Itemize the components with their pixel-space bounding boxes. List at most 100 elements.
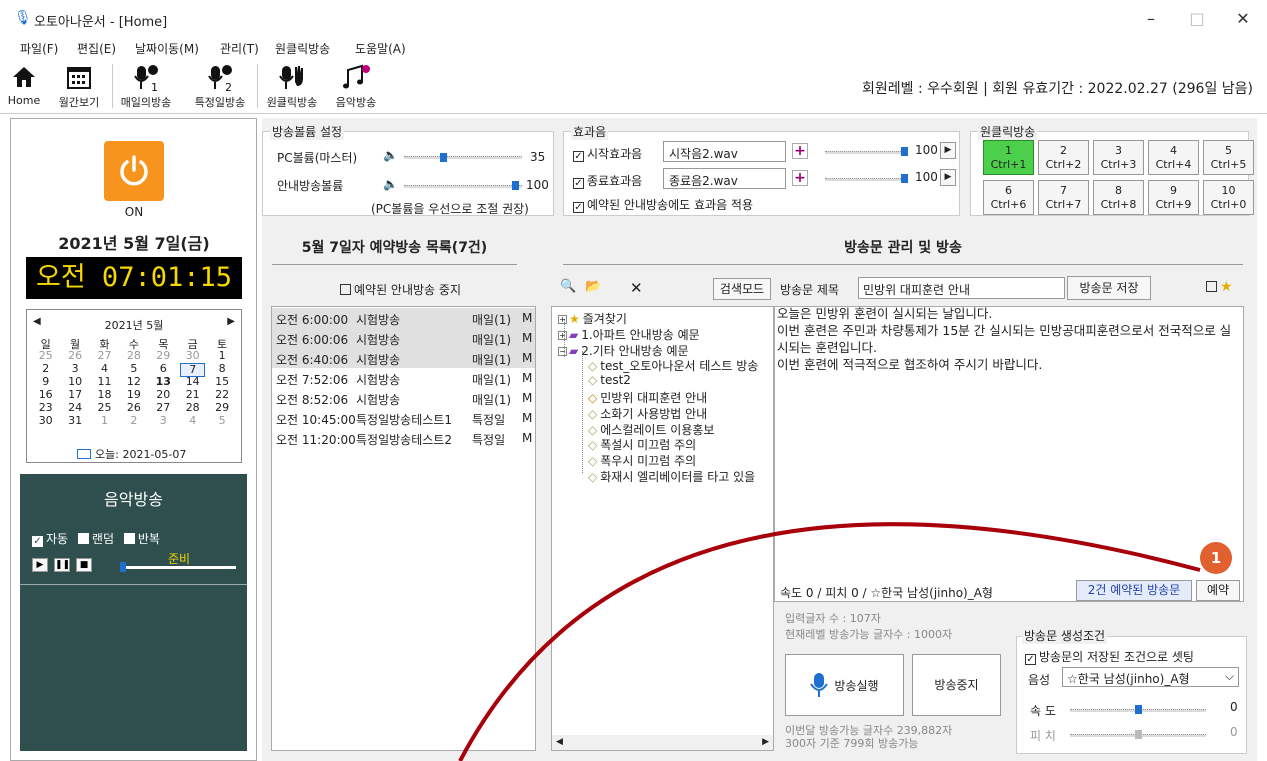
pitch-knob[interactable] — [1135, 730, 1142, 739]
menu-manage[interactable]: 관리(T) — [220, 40, 259, 57]
calendar-day[interactable]: 5 — [121, 363, 146, 375]
start-effect-slider[interactable] — [825, 151, 907, 154]
calendar-day[interactable]: 30 — [180, 350, 205, 362]
calendar-day[interactable]: 23 — [33, 402, 58, 414]
announce-volume-knob[interactable] — [512, 181, 519, 190]
table-row[interactable]: 오전 7:52:06 시험방송 매일(1) M — [272, 368, 535, 388]
tree-item[interactable]: ◇ test2 — [588, 373, 631, 387]
calendar-day[interactable]: 29 — [151, 350, 176, 362]
calendar-day[interactable]: 12 — [121, 376, 146, 388]
tree-folder[interactable]: + ▰ 1.아파트 안내방송 예문 — [558, 326, 700, 343]
calendar-day[interactable]: 25 — [33, 350, 58, 362]
tree-item[interactable]: ◇ 폭우시 미끄럼 주의 — [588, 452, 696, 469]
auto-checkbox[interactable]: ✓ 자동 — [32, 532, 68, 547]
calendar-day[interactable]: 20 — [151, 389, 176, 401]
search-mode-button[interactable]: 검색모드 — [713, 278, 771, 300]
music-progress-knob[interactable] — [120, 562, 126, 572]
play-button[interactable]: ▶ — [32, 558, 48, 572]
oneclick-button-3[interactable]: 3 Ctrl+3 — [1093, 140, 1144, 175]
calendar-day[interactable]: 31 — [62, 415, 87, 427]
calendar-day[interactable]: 29 — [209, 402, 234, 414]
calendar-day[interactable]: 30 — [33, 415, 58, 427]
end-effect-play-button[interactable]: ▶ — [940, 169, 956, 186]
calendar-day[interactable]: 26 — [62, 350, 87, 362]
calendar-day[interactable]: 4 — [180, 415, 205, 427]
today-link[interactable]: 오늘: 2021-05-07 — [77, 446, 186, 462]
calendar-day[interactable]: 10 — [62, 376, 87, 388]
pause-button[interactable]: ❚❚ — [54, 558, 70, 572]
menu-date-move[interactable]: 날짜이동(M) — [135, 40, 199, 57]
month-view-button[interactable]: 월간보기 — [50, 60, 108, 110]
oneclick-button-8[interactable]: 8 Ctrl+8 — [1093, 180, 1144, 215]
calendar-day[interactable]: 18 — [92, 389, 117, 401]
tree-item[interactable]: ◇ test_오토아나운서 테스트 방송 — [588, 357, 758, 374]
oneclick-button-10[interactable]: 10 Ctrl+0 — [1203, 180, 1254, 215]
broadcast-stop-button[interactable]: 방송중지 — [912, 654, 1001, 716]
calendar-day[interactable]: 5 — [209, 415, 234, 427]
calendar-day[interactable]: 6 — [151, 363, 176, 375]
reserved-scripts-button[interactable]: 2건 예약된 방송문 — [1076, 580, 1192, 601]
speed-knob[interactable] — [1135, 705, 1142, 714]
tree-folder[interactable]: + ★ 즐겨찾기 — [558, 310, 627, 327]
calendar-day[interactable]: 2 — [33, 363, 58, 375]
calendar-day[interactable]: 27 — [92, 350, 117, 362]
oneclick-button-5[interactable]: 5 Ctrl+5 — [1203, 140, 1254, 175]
calendar-day[interactable]: 3 — [151, 415, 176, 427]
table-row[interactable]: 오전 10:45:00 특정일방송테스트1 특정일 M — [272, 408, 535, 428]
calendar-day[interactable]: 19 — [121, 389, 146, 401]
end-effect-checkbox[interactable]: ✓ 종료효과음 — [573, 172, 642, 189]
music-broadcast-button[interactable]: 음악방송 — [327, 60, 385, 110]
calendar-day[interactable]: 22 — [209, 389, 234, 401]
table-row[interactable]: 오전 6:00:06 시험방송 매일(1) M — [272, 328, 535, 348]
start-effect-file[interactable]: 시작음2.wav — [663, 141, 786, 162]
calendar-day[interactable]: 3 — [62, 363, 87, 375]
calendar-day[interactable]: 11 — [92, 376, 117, 388]
start-effect-add-button[interactable]: + — [792, 143, 808, 159]
oneclick-button-1[interactable]: 1 Ctrl+1 — [983, 140, 1034, 175]
expand-icon[interactable]: + — [558, 330, 567, 340]
special-day-broadcast-button[interactable]: 2 특정일방송 — [191, 60, 249, 110]
delete-icon[interactable]: ✕ — [630, 279, 643, 297]
next-month-button[interactable]: ▶ — [227, 316, 235, 327]
expand-icon[interactable]: + — [558, 315, 567, 324]
repeat-checkbox[interactable]: 반복 — [123, 532, 160, 546]
script-title-input[interactable]: 민방위 대피훈련 안내 — [858, 277, 1065, 299]
table-row[interactable]: 오전 8:52:06 시험방송 매일(1) M — [272, 388, 535, 408]
random-checkbox[interactable]: 랜덤 — [77, 532, 114, 546]
tree-item[interactable]: ◇ 에스컬레이트 이용홍보 — [588, 421, 714, 438]
menu-file[interactable]: 파일(F) — [20, 40, 58, 57]
oneclick-button-4[interactable]: 4 Ctrl+4 — [1148, 140, 1199, 175]
oneclick-button-2[interactable]: 2 Ctrl+2 — [1038, 140, 1089, 175]
calendar-day[interactable]: 17 — [62, 389, 87, 401]
script-tree[interactable]: + ★ 즐겨찾기 + ▰ 1.아파트 안내방송 예문 − ▰ 2.기타 안내방송 예문 ◇ test… — [551, 306, 774, 751]
power-button[interactable] — [104, 141, 164, 201]
start-effect-checkbox[interactable]: ✓ 시작효과음 — [573, 145, 642, 162]
calendar-day[interactable]: 1 — [92, 415, 117, 427]
script-body[interactable]: 오늘은 민방위 훈련이 실시되는 날입니다. 이번 훈련은 주민과 차량통제가 … — [777, 305, 1239, 373]
end-effect-knob[interactable] — [901, 174, 908, 183]
collapse-icon[interactable]: − — [558, 346, 567, 356]
minimize-button[interactable]: – — [1136, 6, 1166, 32]
tree-hscrollbar[interactable]: ◀ ▶ — [552, 735, 773, 750]
tree-item[interactable]: ◇ 화재시 엘리베이터를 타고 있을 — [588, 468, 755, 485]
table-row[interactable]: 오전 6:40:06 시험방송 매일(1) M — [272, 348, 535, 368]
apply-effect-checkbox[interactable]: ✓ 예약된 안내방송에도 효과음 적용 — [573, 196, 753, 213]
table-row[interactable]: 오전 11:20:00 특정일방송테스트2 특정일 M — [272, 428, 535, 448]
schedule-list[interactable]: 오전 6:00:00 시험방송 매일(1) M 오전 6:00:06 시험방송 매일(1) M… — [271, 306, 536, 751]
oneclick-broadcast-button[interactable]: 원클릭방송 — [263, 60, 321, 110]
calendar-day[interactable]: 28 — [121, 350, 146, 362]
oneclick-button-9[interactable]: 9 Ctrl+9 — [1148, 180, 1199, 215]
reserve-button[interactable]: 예약 — [1196, 580, 1240, 601]
calendar-day[interactable]: 13 — [151, 376, 176, 388]
calendar-day[interactable]: 27 — [151, 402, 176, 414]
calendar-day[interactable]: 14 — [180, 376, 205, 388]
menu-help[interactable]: 도움말(A) — [355, 40, 406, 57]
announce-volume-slider[interactable] — [404, 185, 522, 188]
start-effect-knob[interactable] — [901, 147, 908, 156]
calendar-day[interactable]: 4 — [92, 363, 117, 375]
table-row[interactable]: 오전 6:00:00 시험방송 매일(1) M — [272, 308, 535, 328]
broadcast-play-button[interactable]: 방송실행 — [785, 654, 904, 716]
calendar-day[interactable]: 1 — [209, 350, 234, 362]
tree-item[interactable]: ◇ 민방위 대피훈련 안내 — [588, 389, 707, 406]
calendar-day[interactable]: 24 — [62, 402, 87, 414]
